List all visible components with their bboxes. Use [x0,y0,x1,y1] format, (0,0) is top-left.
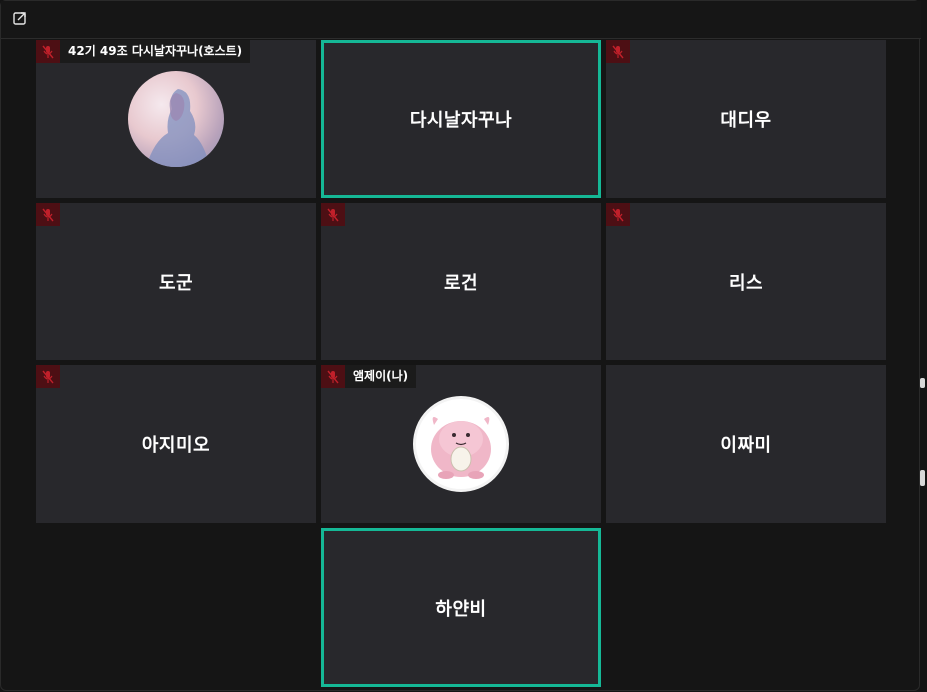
video-call-window: 42기 49조 다시날자꾸나(호스트) 다시날자꾸나 대디우 도군 로건 리스 … [0,0,921,692]
participant-tile-host[interactable]: 42기 49조 다시날자꾸나(호스트) [36,40,316,198]
chansey-avatar [413,396,509,492]
participant-name-tag: 앰제이(나) [345,365,417,388]
participant-name: 하얀비 [435,598,487,620]
participant-tile[interactable]: 도군 [36,203,316,360]
mic-muted-icon [36,40,60,63]
host-profile-photo [128,71,224,167]
participant-name: 도군 [158,272,194,294]
mic-muted-icon [321,365,345,388]
resize-handle[interactable] [920,378,925,388]
mic-muted-icon [36,203,60,226]
mic-muted-icon [606,203,630,226]
participant-name: 아지미오 [141,435,211,456]
participant-name: 대디우 [720,110,772,131]
participant-tile-speaking[interactable]: 하얀비 [321,528,601,687]
mic-muted-icon [321,203,345,226]
participant-tile[interactable]: 아지미오 [36,365,316,523]
scroll-handle[interactable] [920,470,925,486]
mic-muted-icon [36,365,60,388]
participant-tile[interactable]: 로건 [321,203,601,360]
participant-tile-speaking[interactable]: 다시날자꾸나 [321,40,601,198]
mic-muted-icon [606,40,630,63]
participant-name: 리스 [728,272,764,294]
participant-tile[interactable]: 이짜미 [606,365,886,523]
participant-name: 이짜미 [720,435,772,456]
participant-tile[interactable]: 리스 [606,203,886,360]
participant-tile-self[interactable]: 앰제이(나) [321,365,601,523]
participant-name-tag: 42기 49조 다시날자꾸나(호스트) [60,40,251,63]
participant-grid: 42기 49조 다시날자꾸나(호스트) 다시날자꾸나 대디우 도군 로건 리스 … [1,1,921,692]
participant-tile[interactable]: 대디우 [606,40,886,198]
participant-name: 로건 [443,272,479,294]
participant-name: 다시날자꾸나 [409,110,513,131]
